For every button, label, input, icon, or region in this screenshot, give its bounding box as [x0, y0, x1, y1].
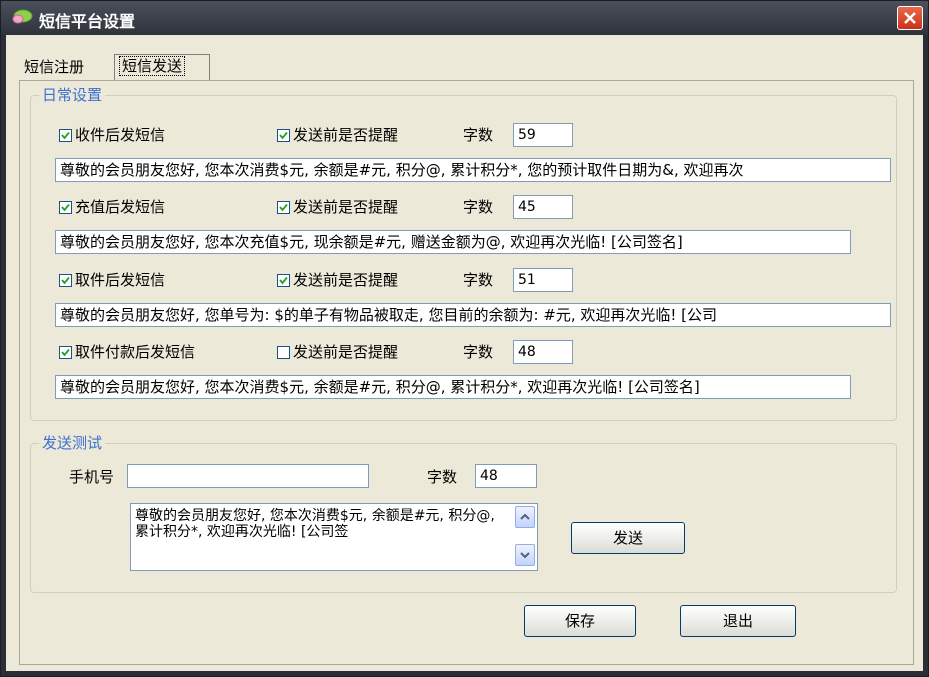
checkbox-box: [277, 273, 290, 287]
checkmark-icon: [61, 348, 70, 356]
tab-panel: 日常设置 收件后发短信 发送前是否提醒 字数 59 尊敬的会员朋友您好, 您本次…: [19, 80, 914, 665]
checkmark-icon: [61, 203, 70, 211]
client-area: 短信注册 短信发送 日常设置 收件后发短信 发送前是否提醒 字数 59 尊敬的会…: [6, 35, 923, 671]
count-label: 字数: [427, 468, 458, 486]
checkbox-box: [277, 128, 290, 142]
after-receive-remind-checkbox[interactable]: 发送前是否提醒: [277, 126, 398, 144]
checkbox-label: 取件后发短信: [75, 271, 166, 289]
phone-input[interactable]: [127, 464, 369, 488]
count-label: 字数: [463, 343, 494, 361]
checkbox-label: 取件付款后发短信: [75, 343, 196, 361]
checkbox-label: 发送前是否提醒: [293, 198, 399, 216]
save-button[interactable]: 保存: [524, 605, 636, 637]
title-bar[interactable]: 短信平台设置: [1, 1, 928, 35]
scroll-up-button[interactable]: [515, 506, 535, 528]
tab-sms-send[interactable]: 短信发送: [114, 54, 210, 80]
checkbox-box: [59, 128, 72, 142]
after-pickup-remind-checkbox[interactable]: 发送前是否提醒: [277, 271, 398, 289]
after-receive-checkbox[interactable]: 收件后发短信: [59, 126, 165, 144]
checkbox-box: [277, 345, 290, 359]
checkmark-icon: [279, 276, 288, 284]
after-receive-message-input[interactable]: 尊敬的会员朋友您好, 您本次消费$元, 余额是#元, 积分@, 累计积分*, 您…: [55, 158, 891, 182]
checkmark-icon: [61, 276, 70, 284]
close-icon: [904, 12, 916, 24]
count-label: 字数: [463, 198, 494, 216]
tab-sms-register[interactable]: 短信注册: [20, 56, 112, 80]
after-pickup-payment-remind-checkbox[interactable]: 发送前是否提醒: [277, 343, 398, 361]
count-field[interactable]: 59: [513, 123, 573, 147]
count-field[interactable]: 45: [513, 195, 573, 219]
count-field[interactable]: 48: [475, 464, 537, 488]
checkbox-box: [59, 345, 72, 359]
tab-label: 短信发送: [119, 56, 186, 76]
checkbox-box: [277, 200, 290, 214]
count-label: 字数: [463, 126, 494, 144]
count-field[interactable]: 51: [513, 268, 573, 292]
checkbox-label: 发送前是否提醒: [293, 126, 399, 144]
dialog-window: 短信平台设置 短信注册 短信发送 日常设置 收件后发短信 发送前是否提醒 字数 …: [0, 0, 929, 677]
group-title: 发送测试: [39, 434, 106, 452]
tab-label: 短信注册: [24, 58, 85, 76]
checkmark-icon: [279, 131, 288, 139]
after-recharge-remind-checkbox[interactable]: 发送前是否提醒: [277, 198, 398, 216]
exit-button[interactable]: 退出: [680, 605, 796, 637]
window-title: 短信平台设置: [39, 12, 136, 31]
daily-settings-group: 日常设置 收件后发短信 发送前是否提醒 字数 59 尊敬的会员朋友您好, 您本次…: [30, 86, 897, 421]
after-pickup-message-input[interactable]: 尊敬的会员朋友您好, 您单号为: $的单子有物品被取走, 您目前的余额为: #元…: [55, 303, 891, 327]
sms-bubble-icon: [12, 9, 33, 24]
checkbox-box: [59, 273, 72, 287]
count-field[interactable]: 48: [513, 340, 573, 364]
checkbox-label: 收件后发短信: [75, 126, 166, 144]
checkbox-box: [59, 200, 72, 214]
checkbox-label: 充值后发短信: [75, 198, 166, 216]
checkbox-label: 发送前是否提醒: [293, 271, 399, 289]
after-recharge-message-input[interactable]: 尊敬的会员朋友您好, 您本次充值$元, 现余额是#元, 赠送金额为@, 欢迎再次…: [55, 230, 851, 254]
checkmark-icon: [279, 203, 288, 211]
send-button[interactable]: 发送: [571, 522, 685, 554]
chevron-up-icon: [520, 513, 530, 520]
scroll-down-button[interactable]: [515, 544, 535, 566]
checkbox-label: 发送前是否提醒: [293, 343, 399, 361]
test-message-text: 尊敬的会员朋友您好, 您本次消费$元, 余额是#元, 积分@, 累计积分*, 欢…: [135, 508, 495, 540]
chevron-down-icon: [520, 552, 530, 559]
group-title: 日常设置: [39, 86, 106, 104]
test-message-textarea[interactable]: 尊敬的会员朋友您好, 您本次消费$元, 余额是#元, 积分@, 累计积分*, 欢…: [130, 503, 538, 571]
checkmark-icon: [61, 131, 70, 139]
phone-label: 手机号: [69, 468, 115, 486]
after-pickup-payment-message-input[interactable]: 尊敬的会员朋友您好, 您本次消费$元, 余额是#元, 积分@, 累计积分*, 欢…: [55, 375, 851, 399]
close-button[interactable]: [897, 6, 923, 30]
after-recharge-checkbox[interactable]: 充值后发短信: [59, 198, 165, 216]
after-pickup-checkbox[interactable]: 取件后发短信: [59, 271, 165, 289]
count-label: 字数: [463, 271, 494, 289]
after-pickup-payment-checkbox[interactable]: 取件付款后发短信: [59, 343, 195, 361]
